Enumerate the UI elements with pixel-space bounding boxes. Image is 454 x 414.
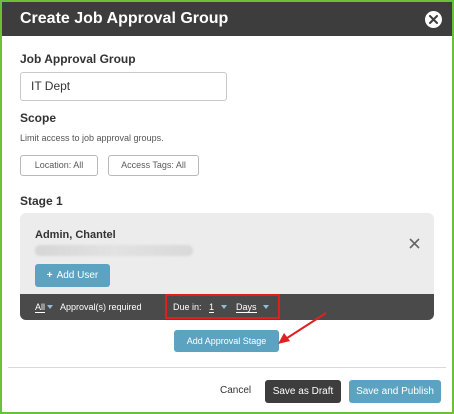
chevron-down-icon bbox=[263, 305, 269, 309]
close-icon[interactable] bbox=[425, 11, 442, 28]
save-as-draft-button[interactable]: Save as Draft bbox=[265, 380, 341, 403]
stage-settings-bar: All Approval(s) required Due in: 1 Days bbox=[20, 294, 434, 320]
group-name-input[interactable]: IT Dept bbox=[20, 72, 227, 101]
plus-icon: + bbox=[46, 270, 53, 281]
annotation-arrow-icon bbox=[278, 312, 327, 344]
add-approval-stage-button[interactable]: Add Approval Stage bbox=[174, 330, 279, 352]
stage-user-name: Admin, Chantel bbox=[35, 229, 116, 241]
footer-divider bbox=[8, 367, 446, 368]
save-and-publish-button[interactable]: Save and Publish bbox=[349, 380, 441, 403]
stage-label: Stage 1 bbox=[20, 194, 63, 208]
scope-label: Scope bbox=[20, 111, 57, 125]
access-tags-filter-button[interactable]: Access Tags: All bbox=[108, 155, 199, 176]
dialog-header: Create Job Approval Group bbox=[2, 2, 452, 36]
user-email-redacted bbox=[35, 245, 193, 256]
stage-card: Admin, Chantel + Add User All Approval(s)… bbox=[20, 213, 434, 320]
location-filter-button[interactable]: Location: All bbox=[20, 155, 98, 176]
remove-user-icon[interactable] bbox=[409, 236, 420, 254]
due-value-dropdown[interactable]: 1 bbox=[209, 302, 215, 313]
due-in-label: Due in: bbox=[173, 302, 202, 312]
approvals-dropdown[interactable]: All bbox=[35, 302, 46, 313]
group-label: Job Approval Group bbox=[20, 52, 136, 66]
due-unit-dropdown[interactable]: Days bbox=[236, 302, 257, 313]
add-user-button[interactable]: + Add User bbox=[35, 264, 110, 287]
chevron-down-icon bbox=[47, 305, 53, 309]
add-user-label: Add User bbox=[56, 270, 99, 281]
scope-hint: Limit access to job approval groups. bbox=[20, 133, 164, 143]
cancel-button[interactable]: Cancel bbox=[220, 385, 251, 396]
chevron-down-icon bbox=[221, 305, 227, 309]
dialog-title: Create Job Approval Group bbox=[20, 10, 229, 27]
approvals-required-label: Approval(s) required bbox=[60, 302, 142, 312]
